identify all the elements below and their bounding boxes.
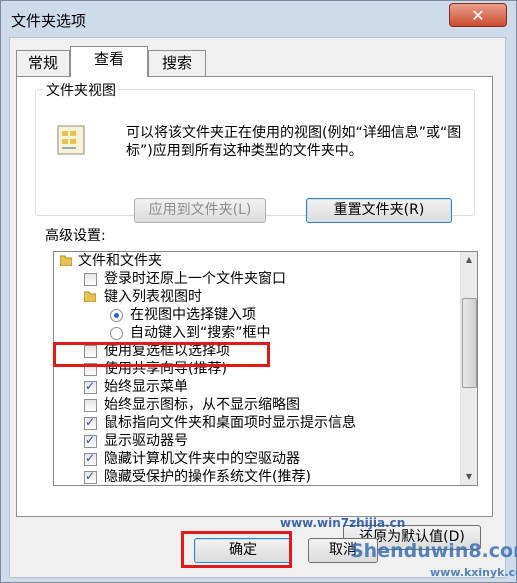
folder-views-description: 可以将该文件夹正在使用的视图(例如“详细信息”或“图标”)应用到所有这种类型的文…	[126, 125, 462, 159]
tab-general[interactable]: 常规	[16, 50, 70, 76]
checkbox[interactable]	[84, 449, 97, 467]
checkbox[interactable]	[84, 273, 97, 286]
tree-item-label: 自动键入到“搜索”框中	[130, 325, 271, 341]
title-bar[interactable]: 文件夹选项 ✕	[1, 1, 516, 37]
scroll-down-icon[interactable]: ▼	[461, 469, 477, 485]
tab-view[interactable]: 查看	[70, 46, 148, 77]
tree-item-label: 文件和文件夹	[78, 253, 162, 269]
folder-views-legend: 文件夹视图	[44, 80, 118, 100]
checkbox[interactable]	[84, 399, 97, 412]
folder-icon	[60, 255, 72, 266]
window-title: 文件夹选项	[11, 12, 87, 30]
tree-item-label: 隐藏受保护的操作系统文件(推荐)	[104, 469, 311, 485]
watermark-url: www.kxinyk.com	[430, 566, 517, 579]
tree-item-label: 在视图中选择键入项	[130, 307, 256, 323]
watermark-brand: Shenduwin8.com	[350, 540, 517, 562]
watermark-top: www.win7zhijia.cn	[280, 516, 406, 530]
tree-item-label: 鼠标指向文件夹和桌面项时显示提示信息	[104, 415, 356, 431]
scroll-thumb[interactable]	[462, 298, 477, 388]
tree-item-label: 隐藏计算机文件夹中的空驱动器	[104, 451, 300, 467]
tree-item-label: 键入列表视图时	[104, 289, 202, 305]
tree-item-label: 始终显示图标，从不显示缩略图	[104, 397, 300, 413]
close-button[interactable]: ✕	[449, 3, 507, 27]
tree-item-label: 登录时还原上一个文件夹窗口	[104, 271, 286, 287]
tree-item-label: 显示驱动器号	[104, 433, 188, 449]
folder-icon	[84, 291, 96, 302]
tree-item-label: 始终显示菜单	[104, 379, 188, 395]
ok-button-highlight	[181, 531, 292, 568]
sharing-wizard-highlight	[53, 342, 270, 367]
scroll-up-icon[interactable]: ▲	[461, 252, 477, 268]
folder-views-group: 文件夹视图 可以将该文件夹正在使用的视图(例如“详细信息”或“图标”)应用到所有…	[35, 80, 475, 223]
radio-button[interactable]	[110, 327, 123, 340]
advanced-settings-tree[interactable]: 文件和文件夹 登录时还原上一个文件夹窗口 键入列表视图时 在视图中选择键入项 自…	[53, 251, 478, 486]
reset-folders-button[interactable]: 重置文件夹(R)	[306, 198, 452, 223]
checkbox[interactable]	[84, 467, 97, 485]
advanced-settings-label: 高级设置:	[43, 225, 108, 245]
dialog-client: 常规 查看 搜索 文件夹视图 可以将该文件夹正在使用的视图(例如“详细信息”或“…	[9, 37, 506, 578]
checkbox[interactable]	[84, 431, 97, 449]
folder-view-icon	[57, 125, 85, 155]
checkbox[interactable]	[84, 413, 97, 431]
tree-scrollbar[interactable]: ▲ ▼	[460, 252, 477, 485]
radio-button[interactable]	[110, 309, 123, 322]
view-tab-panel: 文件夹视图 可以将该文件夹正在使用的视图(例如“详细信息”或“图标”)应用到所有…	[16, 76, 493, 550]
tab-search[interactable]: 搜索	[148, 50, 206, 76]
folder-options-window: 文件夹选项 ✕ 常规 查看 搜索 文件夹视图 可以将该文件夹正在使用的视图(例如…	[0, 0, 517, 583]
checkbox[interactable]	[84, 377, 97, 395]
apply-to-folders-button[interactable]: 应用到文件夹(L)	[134, 198, 266, 223]
